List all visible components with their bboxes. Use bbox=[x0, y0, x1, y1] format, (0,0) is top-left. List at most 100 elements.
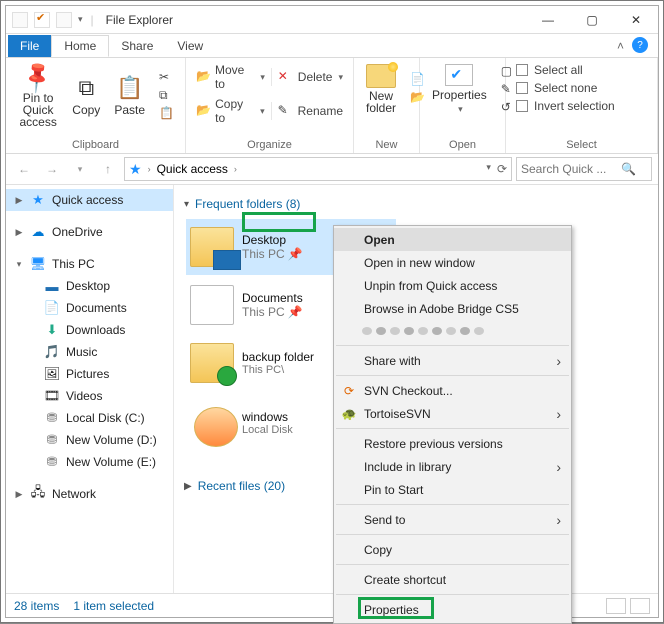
ctx-adobe-bridge[interactable]: Browse in Adobe Bridge CS5 bbox=[334, 297, 571, 320]
sidebar-item-volume-e[interactable]: ⛃New Volume (E:) bbox=[6, 451, 173, 473]
breadcrumb-sep2[interactable]: › bbox=[234, 164, 237, 174]
refresh-button[interactable]: ⟳ bbox=[497, 162, 507, 176]
tortoisesvn-icon: 🐢 bbox=[341, 406, 357, 422]
network-icon: 🖧 bbox=[30, 486, 46, 502]
window-maximize[interactable]: ▢ bbox=[570, 6, 614, 34]
ribbon-tabs: File Home Share View ˄ ? bbox=[6, 34, 658, 58]
breadcrumb-root[interactable]: Quick access bbox=[157, 162, 228, 176]
onedrive-icon: ☁ bbox=[30, 224, 46, 240]
ribbon-collapse-icon[interactable]: ˄ bbox=[617, 39, 624, 53]
collapse-icon[interactable]: ▾ bbox=[184, 199, 189, 210]
move-to-icon: 📂 bbox=[196, 69, 211, 85]
ctx-redacted-row bbox=[334, 320, 571, 342]
paste-button[interactable]: 📋 Paste bbox=[108, 73, 151, 119]
address-bar[interactable]: ★ › Quick access › ▾ ⟳ bbox=[124, 157, 512, 181]
tab-view[interactable]: View bbox=[165, 35, 215, 57]
sidebar-item-music[interactable]: 🎵Music bbox=[6, 341, 173, 363]
sidebar-item-desktop[interactable]: ▬Desktop bbox=[6, 275, 173, 297]
expand-icon[interactable]: ▶ bbox=[14, 195, 24, 206]
paste-shortcut-icon: 📋 bbox=[159, 106, 175, 122]
delete-button[interactable]: ✕Delete▾ bbox=[274, 68, 347, 86]
downloads-icon: ⬇ bbox=[44, 322, 60, 338]
sidebar-network[interactable]: ▶ 🖧 Network bbox=[6, 483, 173, 505]
paste-shortcut-button[interactable]: 📋 bbox=[155, 105, 179, 123]
sidebar-item-pictures[interactable]: 🖼Pictures bbox=[6, 363, 173, 385]
select-all-icon bbox=[516, 64, 528, 76]
ctx-tortoisesvn[interactable]: 🐢TortoiseSVN bbox=[334, 402, 571, 425]
expand-icon[interactable]: ▶ bbox=[184, 481, 192, 492]
sidebar-item-documents[interactable]: 📄Documents bbox=[6, 297, 173, 319]
expand-icon[interactable]: ▶ bbox=[14, 227, 24, 238]
tab-file[interactable]: File bbox=[8, 35, 51, 57]
cut-button[interactable]: ✂ bbox=[155, 69, 179, 87]
breadcrumb-sep[interactable]: › bbox=[148, 164, 151, 174]
quick-access-star-icon: ★ bbox=[30, 192, 46, 208]
section-frequent-folders[interactable]: ▾ Frequent folders (8) bbox=[184, 197, 650, 211]
ctx-share-with[interactable]: Share with bbox=[334, 349, 571, 372]
ctx-open[interactable]: Open bbox=[334, 228, 571, 251]
qat-icon-3[interactable] bbox=[56, 12, 72, 28]
copy-path-button[interactable]: ⧉ bbox=[155, 87, 179, 105]
qat-icon-2[interactable]: ✔ bbox=[34, 12, 50, 28]
ctx-copy[interactable]: Copy bbox=[334, 538, 571, 561]
address-dropdown[interactable]: ▾ bbox=[486, 162, 491, 176]
ctx-unpin[interactable]: Unpin from Quick access bbox=[334, 274, 571, 297]
folder-icon bbox=[190, 285, 234, 325]
search-input[interactable] bbox=[521, 162, 617, 176]
copy-to-button[interactable]: 📂Copy to▾ bbox=[192, 96, 269, 126]
move-to-button[interactable]: 📂Move to▾ bbox=[192, 62, 269, 92]
expand-icon[interactable]: ▶ bbox=[14, 489, 24, 500]
nav-recent-button[interactable]: ▾ bbox=[68, 157, 92, 181]
pin-to-quick-access-button[interactable]: 📌 Pin to Quick access bbox=[12, 62, 64, 130]
view-large-icons-button[interactable] bbox=[630, 598, 650, 614]
pinned-icon: 📌 bbox=[288, 305, 303, 319]
nav-forward-button[interactable]: → bbox=[40, 157, 64, 181]
select-all-button[interactable]: Select all bbox=[512, 62, 651, 78]
help-icon[interactable]: ? bbox=[632, 37, 648, 53]
window-title: File Explorer bbox=[106, 13, 173, 27]
this-pc-icon: 🖥 bbox=[30, 256, 46, 272]
address-row: ← → ▾ ↑ ★ › Quick access › ▾ ⟳ 🔍 bbox=[6, 154, 658, 185]
qat-overflow[interactable]: ▾ bbox=[78, 14, 83, 25]
ctx-svn-checkout[interactable]: ⟳SVN Checkout... bbox=[334, 379, 571, 402]
ctx-pin-start[interactable]: Pin to Start bbox=[334, 478, 571, 501]
nav-back-button[interactable]: ← bbox=[12, 157, 36, 181]
ctx-send-to[interactable]: Send to bbox=[334, 508, 571, 531]
paste-icon: 📋 bbox=[116, 75, 143, 101]
search-box[interactable]: 🔍 bbox=[516, 157, 652, 181]
drive-icon: ⛃ bbox=[44, 432, 60, 448]
invert-selection-button[interactable]: Invert selection bbox=[512, 98, 651, 114]
music-icon: 🎵 bbox=[44, 344, 60, 360]
sidebar-quick-access[interactable]: ▶ ★ Quick access bbox=[6, 189, 173, 211]
titlebar: ✔ ▾ | File Explorer — ▢ ✕ bbox=[6, 6, 658, 34]
tab-share[interactable]: Share bbox=[109, 35, 165, 57]
view-details-button[interactable] bbox=[606, 598, 626, 614]
svn-checkout-icon: ⟳ bbox=[341, 383, 357, 399]
rename-button[interactable]: ✎Rename bbox=[274, 102, 347, 120]
sidebar-onedrive[interactable]: ▶ ☁ OneDrive bbox=[6, 221, 173, 243]
status-item-count: 28 items bbox=[14, 599, 59, 613]
tab-home[interactable]: Home bbox=[51, 35, 109, 57]
properties-button[interactable]: Properties ▾ bbox=[426, 62, 493, 117]
qat-icon-1[interactable] bbox=[12, 12, 28, 28]
collapse-icon[interactable]: ▾ bbox=[14, 259, 24, 270]
copy-button[interactable]: ⧉ Copy bbox=[66, 73, 106, 119]
nav-up-button[interactable]: ↑ bbox=[96, 157, 120, 181]
ctx-properties[interactable]: Properties bbox=[334, 598, 571, 621]
select-none-button[interactable]: Select none bbox=[512, 80, 651, 96]
ctx-open-new-window[interactable]: Open in new window bbox=[334, 251, 571, 274]
sidebar-item-downloads[interactable]: ⬇Downloads bbox=[6, 319, 173, 341]
window-close[interactable]: ✕ bbox=[614, 6, 658, 34]
documents-icon: 📄 bbox=[44, 300, 60, 316]
sidebar-item-local-c[interactable]: ⛃Local Disk (C:) bbox=[6, 407, 173, 429]
sidebar-item-volume-d[interactable]: ⛃New Volume (D:) bbox=[6, 429, 173, 451]
copy-path-icon: ⧉ bbox=[159, 88, 175, 104]
group-new-label: New bbox=[360, 139, 413, 151]
ctx-create-shortcut[interactable]: Create shortcut bbox=[334, 568, 571, 591]
sidebar-item-videos[interactable]: 🎞Videos bbox=[6, 385, 173, 407]
ctx-restore-versions[interactable]: Restore previous versions bbox=[334, 432, 571, 455]
new-folder-button[interactable]: New folder bbox=[360, 62, 402, 116]
window-minimize[interactable]: — bbox=[526, 6, 570, 34]
ctx-include-library[interactable]: Include in library bbox=[334, 455, 571, 478]
sidebar-this-pc[interactable]: ▾ 🖥 This PC bbox=[6, 253, 173, 275]
